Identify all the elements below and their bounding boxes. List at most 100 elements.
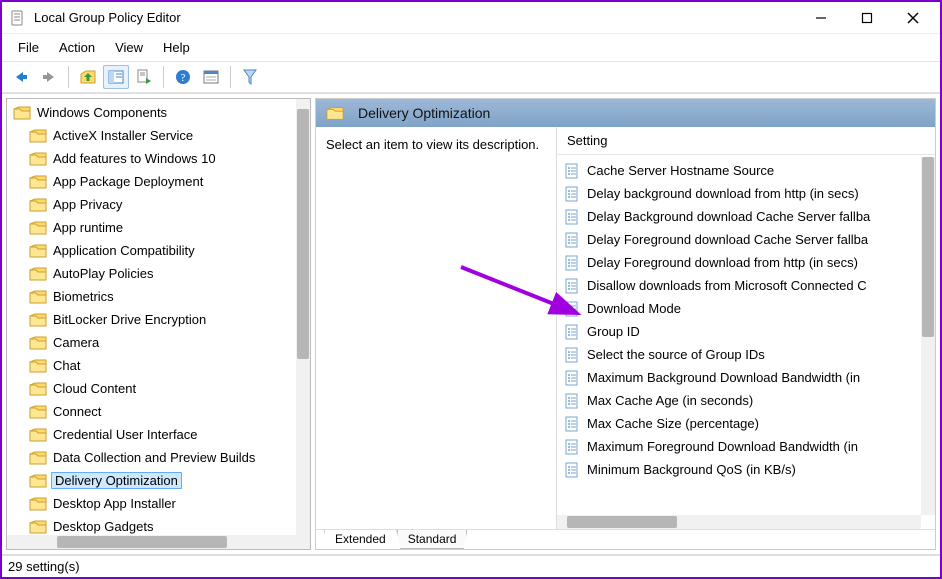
setting-label: Delay Background download Cache Server f… xyxy=(587,209,870,224)
filter-button[interactable] xyxy=(237,65,263,89)
tab-extended[interactable]: Extended xyxy=(324,530,397,549)
details-body: Select an item to view its description. … xyxy=(316,127,935,529)
scrollbar-thumb[interactable] xyxy=(57,536,227,548)
setting-label: Max Cache Age (in seconds) xyxy=(587,393,753,408)
folder-icon xyxy=(326,105,344,121)
scrollbar-thumb[interactable] xyxy=(297,109,309,359)
settings-list: Cache Server Hostname Source Delay backgr… xyxy=(557,155,935,529)
show-hide-tree-button[interactable] xyxy=(103,65,129,89)
menu-file[interactable]: File xyxy=(8,36,49,59)
setting-item[interactable]: Select the source of Group IDs xyxy=(563,343,935,366)
policy-icon xyxy=(563,301,581,317)
settings-horizontal-scrollbar[interactable] xyxy=(557,515,921,529)
settings-vertical-scrollbar[interactable] xyxy=(921,157,935,515)
tree-label: Application Compatibility xyxy=(51,242,197,259)
maximize-button[interactable] xyxy=(844,3,890,33)
setting-label: Group ID xyxy=(587,324,640,339)
tree-label: Data Collection and Preview Builds xyxy=(51,449,257,466)
setting-item[interactable]: Maximum Foreground Download Bandwidth (i… xyxy=(563,435,935,458)
details-header-title: Delivery Optimization xyxy=(358,105,490,121)
details-pane: Delivery Optimization Select an item to … xyxy=(315,98,936,550)
toolbar-separator xyxy=(163,66,164,88)
tree-item[interactable]: Cloud Content xyxy=(9,377,310,400)
app-icon xyxy=(10,10,26,26)
policy-icon xyxy=(563,186,581,202)
menu-action[interactable]: Action xyxy=(49,36,105,59)
tree-label: BitLocker Drive Encryption xyxy=(51,311,208,328)
tab-standard[interactable]: Standard xyxy=(397,530,468,549)
tree-item[interactable]: App runtime xyxy=(9,216,310,239)
minimize-button[interactable] xyxy=(798,3,844,33)
console-tree-pane: Windows Components ActiveX Installer Serv… xyxy=(6,98,311,550)
tree-item[interactable]: Application Compatibility xyxy=(9,239,310,262)
status-text: 29 setting(s) xyxy=(8,559,80,574)
setting-label: Cache Server Hostname Source xyxy=(587,163,774,178)
policy-icon xyxy=(563,255,581,271)
scrollbar-thumb[interactable] xyxy=(922,157,934,337)
folder-icon xyxy=(29,266,47,282)
tree-item[interactable]: Add features to Windows 10 xyxy=(9,147,310,170)
up-button[interactable] xyxy=(75,65,101,89)
tree-item[interactable]: Credential User Interface xyxy=(9,423,310,446)
back-button[interactable] xyxy=(8,65,34,89)
tree-label: ActiveX Installer Service xyxy=(51,127,195,144)
tree-label: Chat xyxy=(51,357,82,374)
toolbar-separator xyxy=(230,66,231,88)
close-button[interactable] xyxy=(890,3,936,33)
setting-item[interactable]: Maximum Background Download Bandwidth (i… xyxy=(563,366,935,389)
setting-item[interactable]: Delay Foreground download Cache Server f… xyxy=(563,228,935,251)
policy-icon xyxy=(563,347,581,363)
tree-item[interactable]: App Package Deployment xyxy=(9,170,310,193)
setting-label: Maximum Foreground Download Bandwidth (i… xyxy=(587,439,858,454)
menu-view[interactable]: View xyxy=(105,36,153,59)
setting-item[interactable]: Minimum Background QoS (in KB/s) xyxy=(563,458,935,481)
setting-item[interactable]: Delay background download from http (in … xyxy=(563,182,935,205)
tree-item[interactable]: AutoPlay Policies xyxy=(9,262,310,285)
export-list-button[interactable] xyxy=(131,65,157,89)
tree-label: Add features to Windows 10 xyxy=(51,150,218,167)
setting-item[interactable]: Disallow downloads from Microsoft Connec… xyxy=(563,274,935,297)
setting-item[interactable]: Max Cache Age (in seconds) xyxy=(563,389,935,412)
folder-icon xyxy=(29,243,47,259)
tree-label: App runtime xyxy=(51,219,125,236)
tree-label: Desktop App Installer xyxy=(51,495,178,512)
tree-item[interactable]: Desktop App Installer xyxy=(9,492,310,515)
tree-label: Delivery Optimization xyxy=(51,472,182,489)
tree-item[interactable]: App Privacy xyxy=(9,193,310,216)
tree-item[interactable]: Chat xyxy=(9,354,310,377)
svg-text:?: ? xyxy=(181,72,186,84)
tree-root[interactable]: Windows Components xyxy=(9,101,310,124)
forward-button[interactable] xyxy=(36,65,62,89)
setting-item[interactable]: Cache Server Hostname Source xyxy=(563,159,935,182)
tree-item[interactable]: ActiveX Installer Service xyxy=(9,124,310,147)
tree-horizontal-scrollbar[interactable] xyxy=(7,535,310,549)
tree-label: Cloud Content xyxy=(51,380,138,397)
policy-icon xyxy=(563,462,581,478)
setting-item[interactable]: Download Mode xyxy=(563,297,935,320)
setting-item[interactable]: Max Cache Size (percentage) xyxy=(563,412,935,435)
folder-icon xyxy=(29,335,47,351)
folder-icon xyxy=(29,358,47,374)
tree-item[interactable]: Delivery Optimization xyxy=(9,469,310,492)
tree-vertical-scrollbar[interactable] xyxy=(296,99,310,549)
properties-button[interactable] xyxy=(198,65,224,89)
tree-item[interactable]: Camera xyxy=(9,331,310,354)
setting-item[interactable]: Delay Background download Cache Server f… xyxy=(563,205,935,228)
settings-column-header[interactable]: Setting xyxy=(557,127,935,155)
setting-item[interactable]: Delay Foreground download from http (in … xyxy=(563,251,935,274)
folder-icon xyxy=(29,289,47,305)
menu-help[interactable]: Help xyxy=(153,36,200,59)
tree-scroll: Windows Components ActiveX Installer Serv… xyxy=(7,99,310,549)
setting-item[interactable]: Group ID xyxy=(563,320,935,343)
tree-label: Windows Components xyxy=(35,104,169,121)
tree-list: Windows Components ActiveX Installer Serv… xyxy=(7,99,310,538)
tree-item[interactable]: Data Collection and Preview Builds xyxy=(9,446,310,469)
help-button[interactable]: ? xyxy=(170,65,196,89)
setting-label: Delay Foreground download from http (in … xyxy=(587,255,858,270)
tree-item[interactable]: Connect xyxy=(9,400,310,423)
scrollbar-thumb[interactable] xyxy=(567,516,677,528)
tree-item[interactable]: BitLocker Drive Encryption xyxy=(9,308,310,331)
folder-icon xyxy=(29,220,47,236)
tree-item[interactable]: Biometrics xyxy=(9,285,310,308)
status-bar: 29 setting(s) xyxy=(2,555,940,577)
